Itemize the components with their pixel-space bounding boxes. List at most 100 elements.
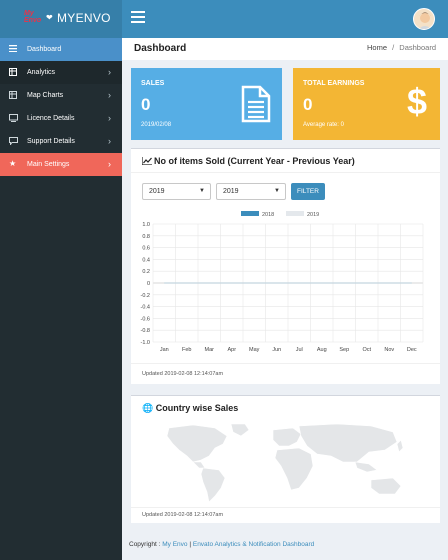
x-tick-label: Dec xyxy=(407,347,417,353)
sidebar-item-label: Analytics xyxy=(27,69,56,76)
x-tick-label: Jul xyxy=(296,347,303,353)
sidebar-item-map-charts[interactable]: Map Charts › xyxy=(0,84,122,107)
y-tick-label: -0.6 xyxy=(141,316,150,322)
x-tick-label: Jun xyxy=(272,347,281,353)
y-tick-label: -1.0 xyxy=(141,340,150,346)
map-south-america xyxy=(200,467,226,503)
y-tick-label: 0 xyxy=(147,281,150,287)
card-divider xyxy=(131,363,440,364)
breadcrumb-current: Dashboard xyxy=(399,43,436,52)
star-icon: ★ xyxy=(9,159,17,168)
content-header: Dashboard Home / Dashboard xyxy=(122,38,448,60)
copyright-label: Copyright : xyxy=(129,541,163,548)
legend-label: 2019 xyxy=(307,212,319,218)
legend-swatch xyxy=(241,211,259,216)
x-tick-label: Oct xyxy=(362,347,371,353)
chevron-right-icon: › xyxy=(108,67,111,77)
page-footer: Copyright : My Envo | Envato Analytics &… xyxy=(129,541,314,548)
earnings-value: 0 xyxy=(303,95,313,114)
card-divider xyxy=(131,507,440,508)
y-tick-label: -0.2 xyxy=(141,293,150,299)
x-tick-label: May xyxy=(249,347,260,353)
sidebar-item-label: Map Charts xyxy=(27,92,64,99)
top-navbar: My Envo ❤ MYENVO xyxy=(0,0,448,38)
map-greenland xyxy=(230,423,250,437)
year-select-previous[interactable]: 2019 ▼ xyxy=(142,183,211,200)
sidebar-item-label: Support Details xyxy=(27,138,75,145)
page-title: Dashboard xyxy=(134,43,187,54)
items-sold-title: No of items Sold (Current Year - Previou… xyxy=(141,156,355,166)
line-chart-icon xyxy=(141,157,152,166)
sales-card: SALES 0 2019/02/08 xyxy=(131,68,282,140)
total-earnings-card: TOTAL EARNINGS 0 Average rate: 0 $ xyxy=(293,68,440,140)
map-southeast-asia xyxy=(354,461,378,473)
logo-mark: My Envo xyxy=(24,10,42,24)
map-europe xyxy=(272,427,302,447)
table-icon xyxy=(9,68,18,76)
chevron-right-icon: › xyxy=(108,90,111,100)
y-tick-label: 0.4 xyxy=(142,257,150,263)
dashboard-footer-link[interactable]: Envato Analytics & Notification Dashboar… xyxy=(193,541,314,548)
sidebar-item-support-details[interactable]: Support Details › xyxy=(0,130,122,153)
y-tick-label: 0.8 xyxy=(142,234,150,240)
breadcrumb: Home / Dashboard xyxy=(367,43,436,52)
x-tick-label: Aug xyxy=(317,347,327,353)
chevron-right-icon: › xyxy=(108,159,111,169)
sidebar-item-label: Licence Details xyxy=(27,115,75,122)
caret-down-icon: ▼ xyxy=(199,188,205,194)
monitor-icon xyxy=(9,114,18,122)
y-tick-label: 0.6 xyxy=(142,246,150,252)
sales-title: SALES xyxy=(141,80,165,87)
legend-swatch xyxy=(286,211,304,216)
filter-button[interactable]: FILTER xyxy=(291,183,325,200)
x-tick-label: Feb xyxy=(182,347,191,353)
earnings-average-rate: Average rate: 0 xyxy=(303,122,344,128)
brand-footer-link[interactable]: My Envo xyxy=(162,541,187,548)
sidebar-item-analytics[interactable]: Analytics › xyxy=(0,61,122,84)
dashboard-icon xyxy=(9,45,18,53)
year-select-value: 2019 xyxy=(149,188,165,195)
sidebar-item-label: Main Settings xyxy=(27,161,70,168)
sidebar-item-main-settings[interactable]: ★ Main Settings › xyxy=(0,153,122,176)
map-africa xyxy=(274,447,314,491)
table-icon xyxy=(9,91,18,99)
map-japan xyxy=(396,439,404,453)
map-asia xyxy=(298,423,398,463)
sidebar-item-licence-details[interactable]: Licence Details › xyxy=(0,107,122,130)
sidebar-item-dashboard[interactable]: Dashboard xyxy=(0,38,122,61)
brand-name: MYENVO xyxy=(57,11,111,25)
map-australia xyxy=(370,477,402,495)
items-sold-title-text: No of items Sold (Current Year - Previou… xyxy=(154,156,355,166)
x-tick-label: Mar xyxy=(205,347,215,353)
year-select-current[interactable]: 2019 ▼ xyxy=(216,183,286,200)
menu-toggle-icon[interactable] xyxy=(131,11,145,23)
legend-label: 2018 xyxy=(262,212,274,218)
items-sold-card: No of items Sold (Current Year - Previou… xyxy=(131,148,440,384)
logo[interactable]: My Envo ❤ MYENVO xyxy=(0,0,122,38)
x-tick-label: Nov xyxy=(384,347,394,353)
globe-icon: 🌐 xyxy=(142,403,154,413)
map-north-america xyxy=(166,424,228,463)
y-tick-label: 1.0 xyxy=(142,222,150,228)
x-tick-label: Jan xyxy=(160,347,169,353)
x-tick-label: Apr xyxy=(227,347,236,353)
sales-date: 2019/02/08 xyxy=(141,122,172,128)
earnings-title: TOTAL EARNINGS xyxy=(303,80,365,87)
breadcrumb-separator: / xyxy=(392,43,395,52)
chart-updated-text: Updated 2019-02-08 12:14:07am xyxy=(142,371,224,377)
sidebar: Dashboard Analytics › Map Charts › Licen… xyxy=(0,38,122,560)
map-updated-text: Updated 2019-02-08 12:14:07am xyxy=(142,512,224,518)
x-tick-label: Sep xyxy=(339,347,349,353)
chevron-right-icon: › xyxy=(108,113,111,123)
year-select-value: 2019 xyxy=(223,188,239,195)
heart-icon: ❤ xyxy=(46,13,53,22)
world-map xyxy=(166,423,404,503)
breadcrumb-home-link[interactable]: Home xyxy=(367,43,387,52)
map-central-america xyxy=(192,461,206,469)
y-tick-label: -0.8 xyxy=(141,328,150,334)
country-sales-title-text: Country wise Sales xyxy=(155,403,239,413)
user-avatar[interactable] xyxy=(413,8,435,30)
items-sold-chart: 2018 2019 1.0 0.8 0.6 0.4 0.2 0 -0.2 -0.4 -0.6 -0.8… xyxy=(141,211,424,353)
y-tick-label: 0.2 xyxy=(142,269,150,275)
y-tick-label: -0.4 xyxy=(141,305,150,311)
